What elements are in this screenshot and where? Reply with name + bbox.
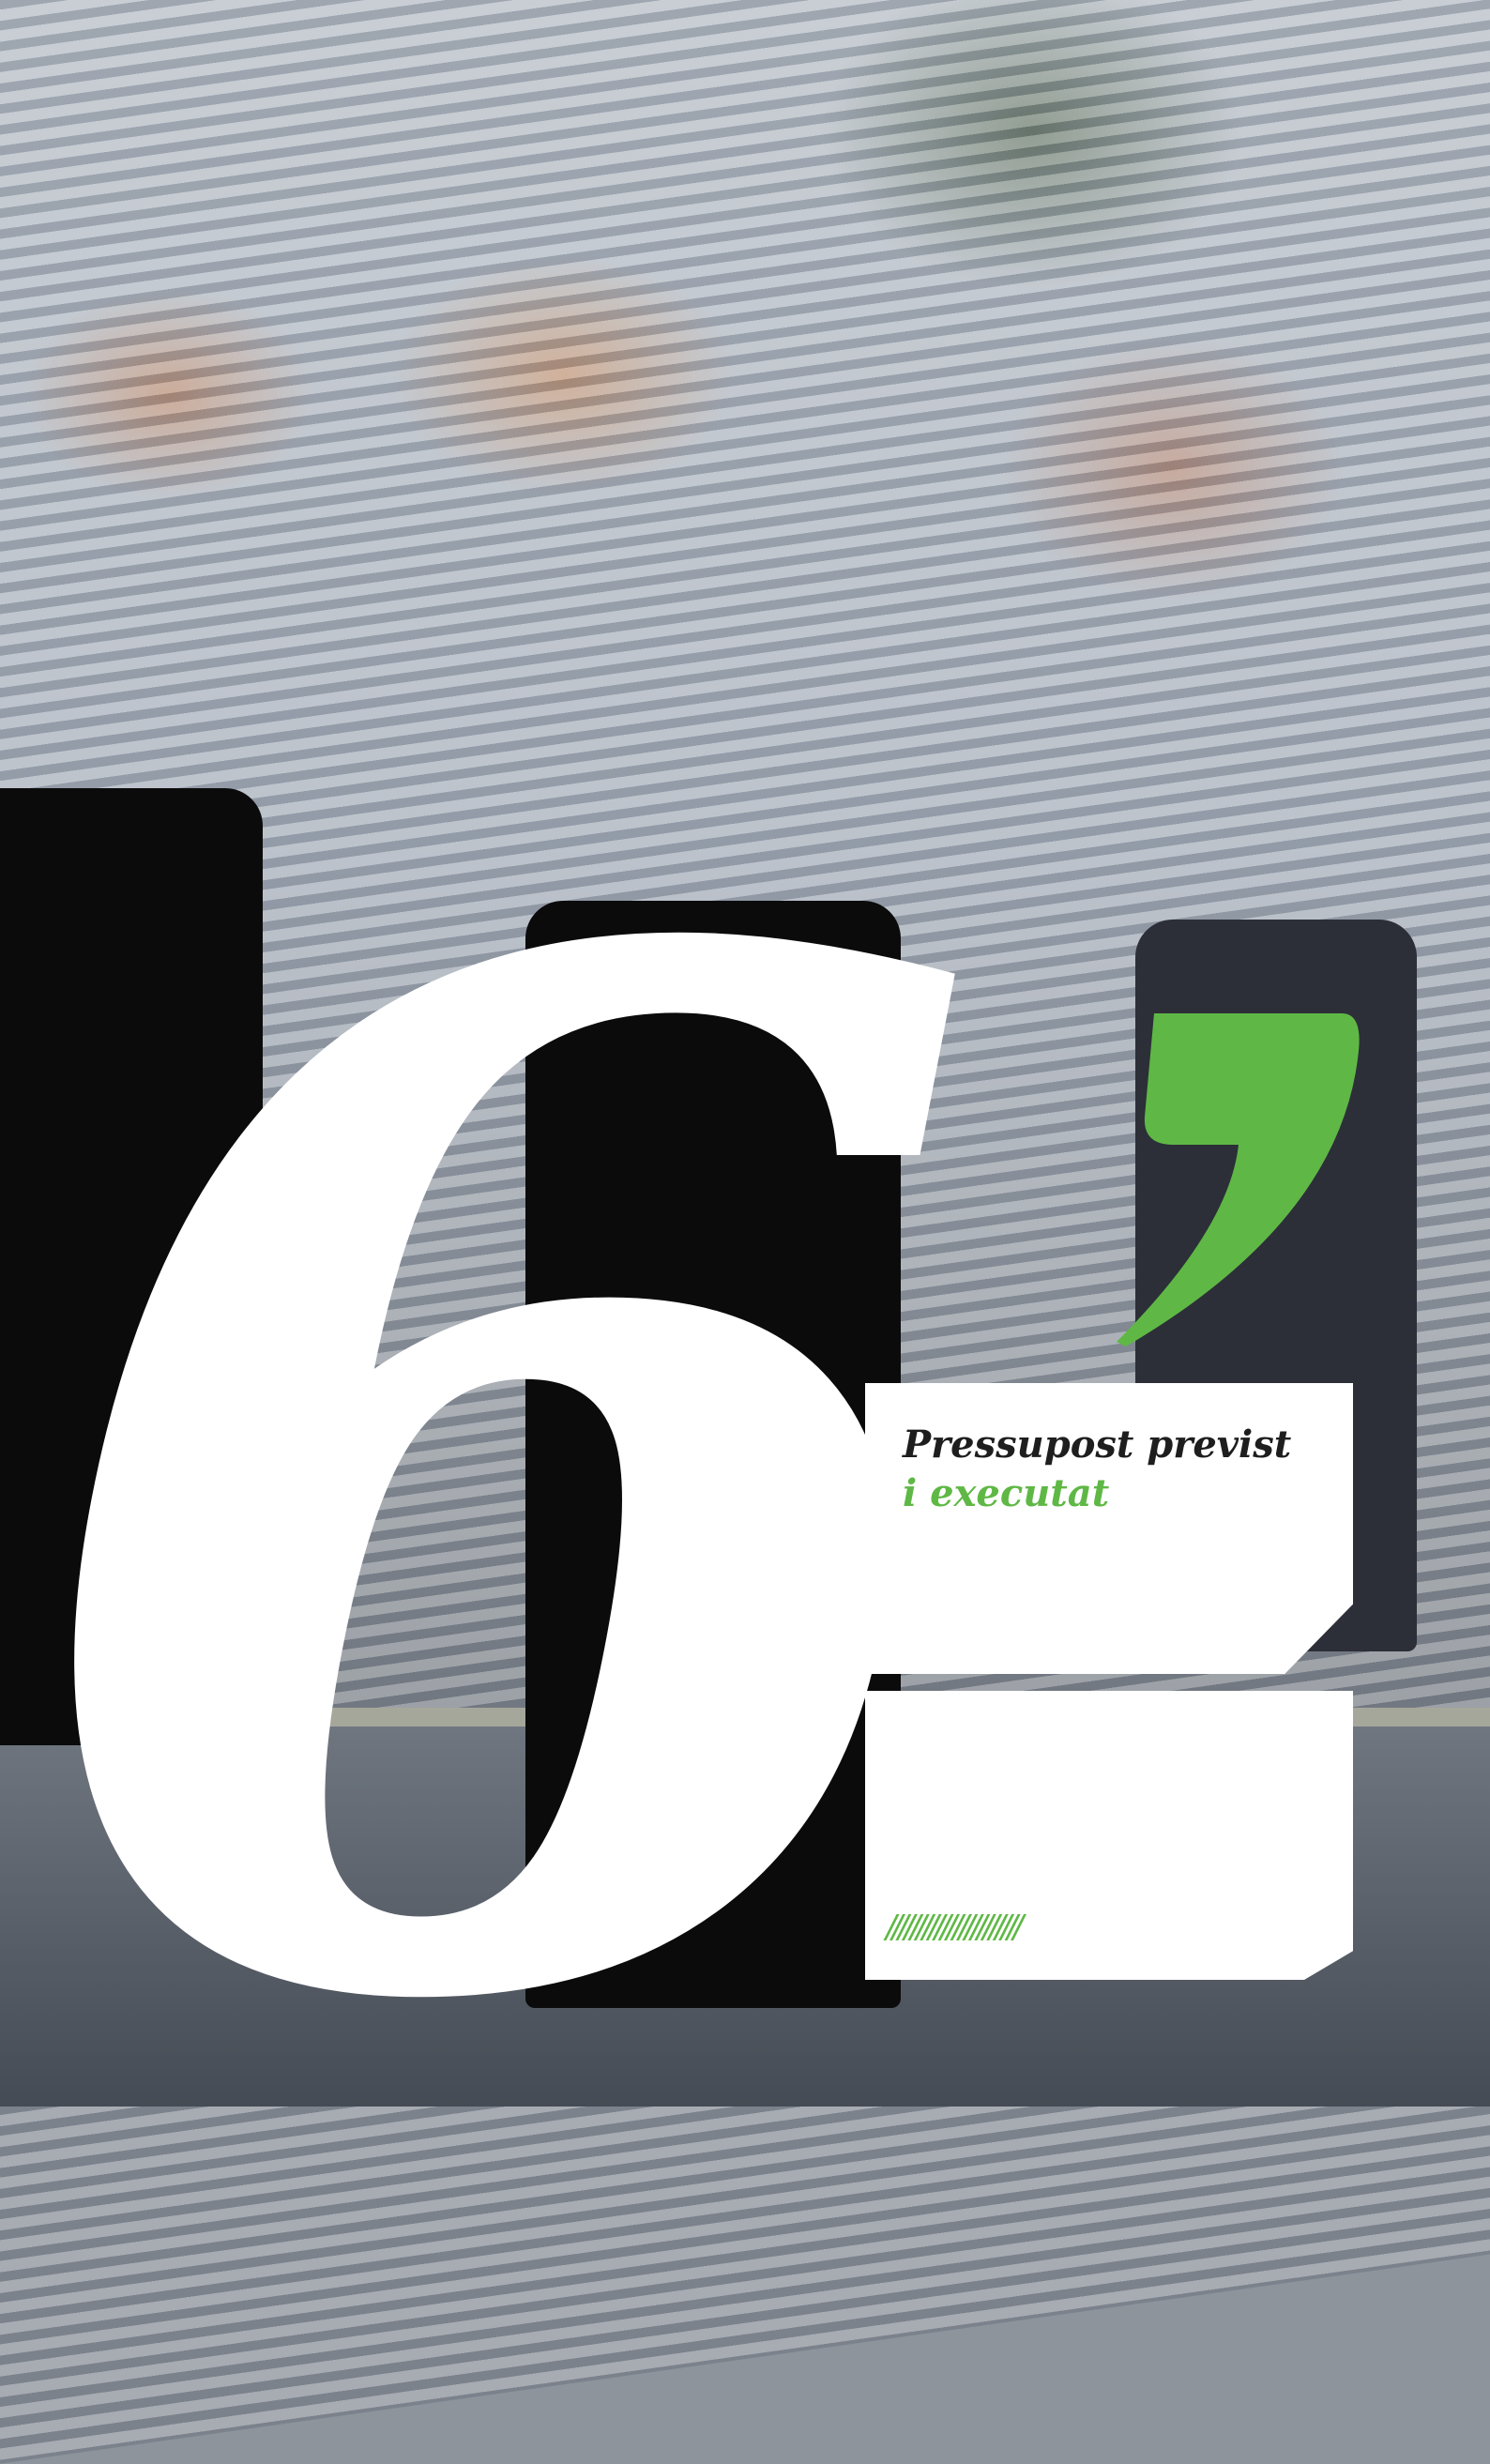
chapter-title-line-1: Pressupost previst [903,1422,1292,1467]
green-comma-mark [1117,1013,1360,1346]
slash-decoration: ////////////////////// [886,1909,1024,1946]
chapter-title-card: Pressupost previst i executat [865,1383,1353,1674]
chapter-title-line-2: i executat [903,1471,1110,1515]
decorative-card: ////////////////////// [865,1691,1353,1980]
chapter-number: 6 [9,656,989,2309]
